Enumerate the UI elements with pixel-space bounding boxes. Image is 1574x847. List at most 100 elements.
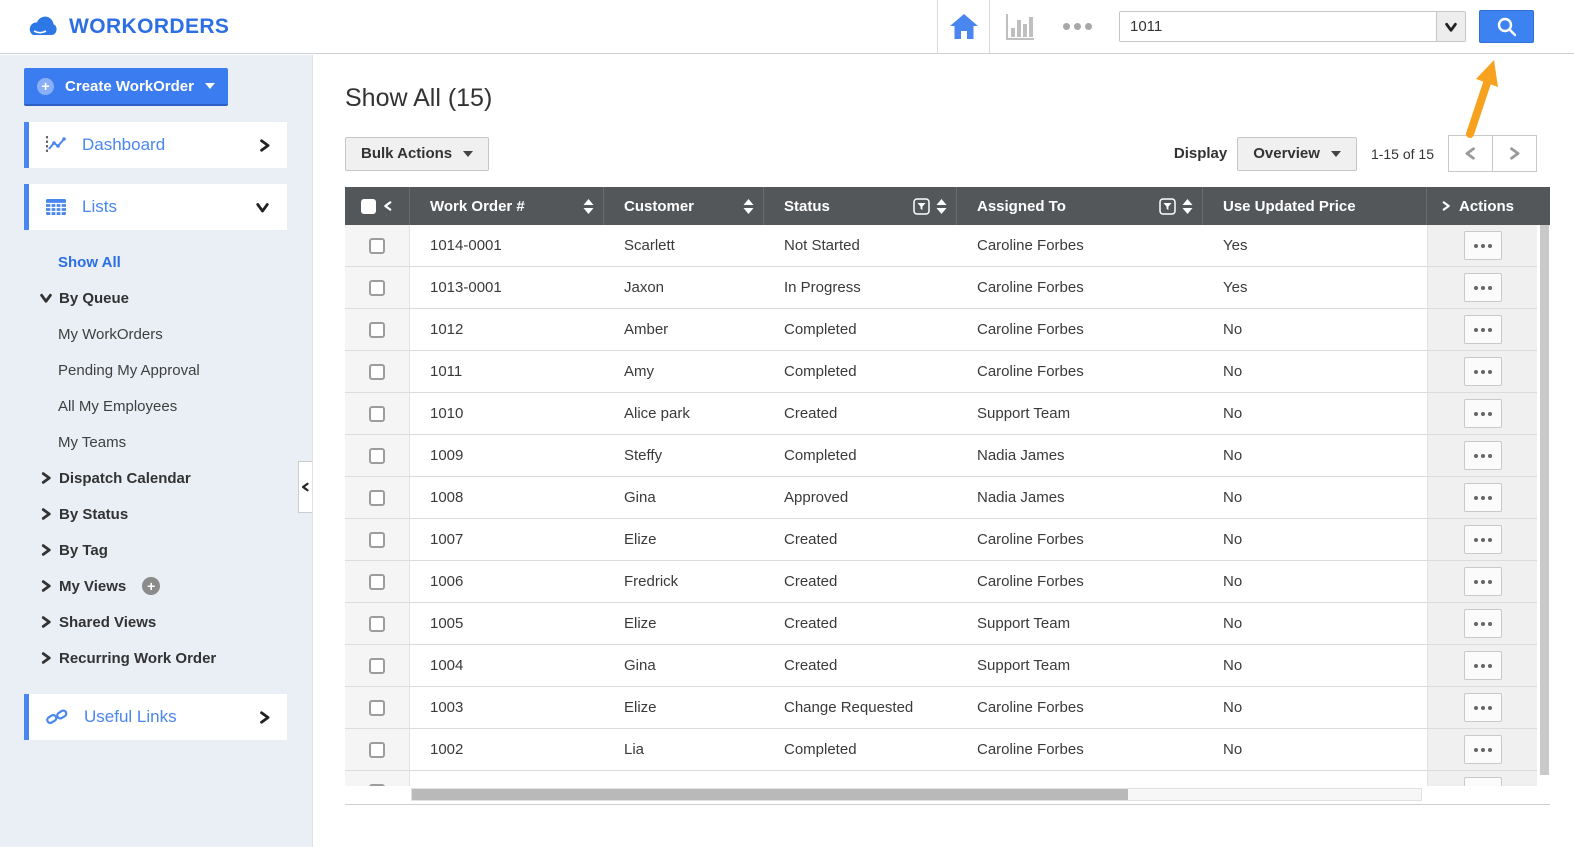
table-row-partial	[345, 771, 1537, 786]
cell-assigned-to: Caroline Forbes	[977, 279, 1084, 296]
reports-button[interactable]	[990, 0, 1050, 53]
row-select-cell	[345, 393, 410, 434]
sidebar-item-shared-views[interactable]: Shared Views	[0, 604, 312, 640]
row-actions-cell	[1427, 645, 1537, 686]
chevron-right-icon	[41, 508, 51, 520]
home-button[interactable]	[937, 0, 990, 53]
sidebar-item-by-queue[interactable]: By Queue	[0, 280, 312, 316]
row-checkbox[interactable]	[369, 279, 385, 296]
row-actions-button[interactable]	[1463, 735, 1502, 764]
row-actions-button[interactable]	[1463, 483, 1502, 512]
column-header-assigned-to[interactable]: Assigned To	[957, 187, 1203, 225]
sidebar-item-label: Show All	[58, 253, 121, 271]
next-page-button[interactable]	[1492, 135, 1537, 172]
sidebar-item-by-status[interactable]: By Status	[0, 496, 312, 532]
chevron-right-icon	[41, 580, 51, 592]
row-checkbox[interactable]	[369, 531, 385, 548]
more-options-button[interactable]	[1050, 0, 1105, 53]
cell-status: Not Started	[784, 237, 860, 254]
search-scope-dropdown[interactable]	[1436, 12, 1465, 41]
column-header-use-updated-price[interactable]: Use Updated Price	[1203, 187, 1427, 225]
cell-use-updated-price: No	[1223, 489, 1243, 506]
create-workorder-button[interactable]: + Create WorkOrder	[24, 68, 228, 106]
row-actions-button[interactable]	[1463, 441, 1502, 470]
row-actions-cell	[1427, 603, 1537, 644]
sidebar-item-show-all[interactable]: Show All	[0, 244, 312, 280]
row-actions-button[interactable]	[1463, 609, 1502, 638]
row-actions-button[interactable]	[1463, 567, 1502, 596]
row-checkbox[interactable]	[369, 573, 385, 590]
add-view-icon[interactable]: +	[142, 577, 161, 595]
vertical-scrollbar[interactable]	[1537, 225, 1550, 786]
row-select-cell	[345, 729, 410, 770]
row-actions-button[interactable]	[1463, 315, 1502, 344]
column-header-customer[interactable]: Customer	[604, 187, 764, 225]
row-checkbox[interactable]	[369, 447, 385, 464]
filter-icon[interactable]	[1159, 197, 1176, 215]
row-actions-button[interactable]	[1463, 231, 1502, 260]
row-checkbox[interactable]	[369, 783, 385, 786]
sidebar-item-pending-my-approval[interactable]: Pending My Approval	[0, 352, 312, 388]
column-header-status[interactable]: Status	[764, 187, 957, 225]
row-checkbox[interactable]	[369, 615, 385, 632]
row-actions-button[interactable]	[1463, 693, 1502, 722]
previous-page-button[interactable]	[1448, 135, 1493, 172]
row-checkbox[interactable]	[369, 237, 385, 254]
sidebar-item-recurring-work-order[interactable]: Recurring Work Order	[0, 640, 312, 676]
row-actions-cell	[1427, 729, 1537, 770]
pagination-range: 1-15 of 15	[1370, 145, 1434, 162]
page-title: Show All (15)	[345, 84, 493, 112]
collapse-column-icon[interactable]	[383, 199, 393, 213]
sidebar-item-dashboard[interactable]: Dashboard	[24, 122, 287, 168]
sidebar-item-useful-links[interactable]: Useful Links	[24, 694, 287, 740]
sidebar-item-all-my-employees[interactable]: All My Employees	[0, 388, 312, 424]
sort-icon[interactable]	[583, 198, 594, 214]
bulk-actions-button[interactable]: Bulk Actions	[345, 136, 490, 171]
row-actions-button[interactable]	[1463, 777, 1502, 786]
cell-work-order: 1008	[430, 489, 464, 506]
row-checkbox[interactable]	[369, 321, 385, 338]
sort-icon[interactable]	[1182, 198, 1193, 214]
cell-use-updated-price: No	[1223, 741, 1243, 758]
column-header-work-order[interactable]: Work Order #	[410, 187, 604, 225]
horizontal-scrollbar[interactable]	[411, 788, 1422, 801]
vertical-scrollbar-thumb[interactable]	[1540, 225, 1549, 775]
select-all-checkbox[interactable]	[361, 198, 376, 214]
sidebar-item-lists[interactable]: Lists	[24, 184, 287, 230]
row-checkbox[interactable]	[369, 363, 385, 380]
row-checkbox[interactable]	[369, 741, 385, 758]
search-input[interactable]	[1120, 12, 1436, 41]
row-actions-button[interactable]	[1463, 273, 1502, 302]
row-select-cell	[345, 687, 410, 728]
column-header-actions[interactable]: Actions	[1427, 187, 1550, 225]
horizontal-scrollbar-thumb[interactable]	[412, 789, 1128, 800]
row-actions-button[interactable]	[1463, 651, 1502, 680]
row-checkbox[interactable]	[369, 699, 385, 716]
filter-icon[interactable]	[913, 197, 930, 215]
sidebar-item-dispatch-calendar[interactable]: Dispatch Calendar	[0, 460, 312, 496]
row-select-cell	[345, 225, 410, 266]
row-checkbox[interactable]	[369, 405, 385, 422]
row-actions-button[interactable]	[1463, 399, 1502, 428]
sidebar-item-my-teams[interactable]: My Teams	[0, 424, 312, 460]
cell-assigned-to: Caroline Forbes	[977, 237, 1084, 254]
sidebar-item-my-workorders[interactable]: My WorkOrders	[0, 316, 312, 352]
display-mode-dropdown[interactable]: Overview	[1237, 136, 1357, 171]
row-actions-button[interactable]	[1463, 525, 1502, 554]
sidebar-item-my-views[interactable]: My Views +	[0, 568, 312, 604]
create-workorder-label: Create WorkOrder	[65, 77, 194, 95]
cell-work-order: 1013-0001	[430, 279, 502, 296]
cell-use-updated-price: No	[1223, 615, 1243, 632]
row-actions-button[interactable]	[1463, 357, 1502, 386]
column-label: Assigned To	[977, 197, 1066, 215]
row-checkbox[interactable]	[369, 489, 385, 506]
search-button[interactable]	[1479, 10, 1534, 43]
row-checkbox[interactable]	[369, 657, 385, 674]
sort-icon[interactable]	[743, 198, 754, 214]
sidebar-collapse-handle[interactable]	[298, 461, 312, 513]
row-select-cell	[345, 561, 410, 602]
cell-work-order: 1011	[430, 363, 463, 380]
sidebar-item-by-tag[interactable]: By Tag	[0, 532, 312, 568]
row-select-cell	[345, 351, 410, 392]
sort-icon[interactable]	[936, 198, 947, 214]
